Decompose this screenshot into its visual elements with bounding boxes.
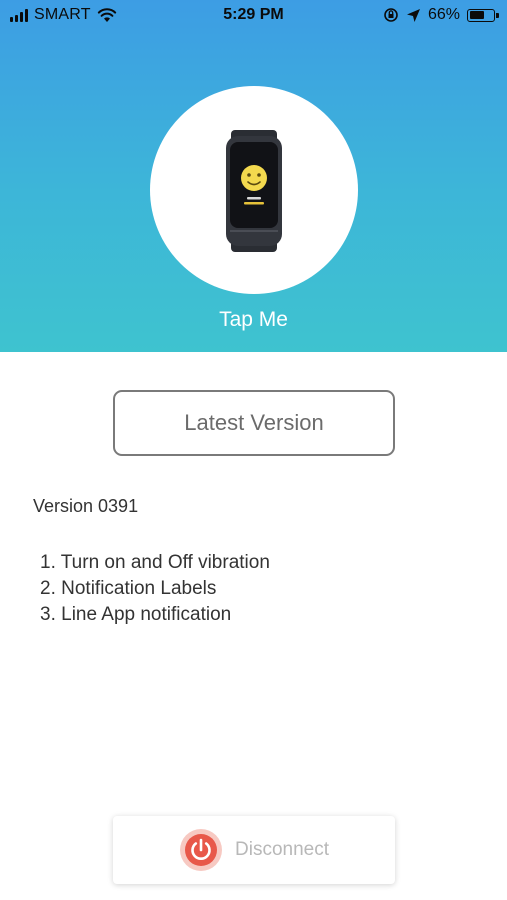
location-icon	[406, 8, 420, 22]
battery-nub	[496, 12, 499, 18]
battery-percent: 66%	[427, 6, 460, 23]
changelog-item: 1. Turn on and Off vibration	[40, 552, 270, 573]
disconnect-button[interactable]: Disconnect	[113, 816, 395, 884]
battery-icon	[467, 8, 499, 22]
orientation-lock-icon	[384, 8, 398, 22]
app-screen: SMART 5:29 PM 66% Tap Me Latest Version …	[0, 0, 507, 900]
battery-fill	[469, 11, 485, 19]
device-image-button[interactable]	[150, 86, 358, 294]
power-icon	[180, 829, 222, 871]
changelog-item: 2. Notification Labels	[40, 578, 217, 599]
version-number: Version 0391	[33, 496, 139, 516]
status-bar: SMART 5:29 PM 66%	[0, 0, 507, 32]
status-right: 66%	[383, 6, 499, 24]
disconnect-label: Disconnect	[235, 839, 329, 860]
changelog-list: 1. Turn on and Off vibration 2. Notifica…	[40, 550, 270, 628]
tap-me-label[interactable]: Tap Me	[0, 308, 507, 332]
fitness-band-icon	[226, 130, 282, 252]
changelog-item: 3. Line App notification	[40, 604, 232, 625]
latest-version-button[interactable]: Latest Version	[113, 390, 395, 456]
